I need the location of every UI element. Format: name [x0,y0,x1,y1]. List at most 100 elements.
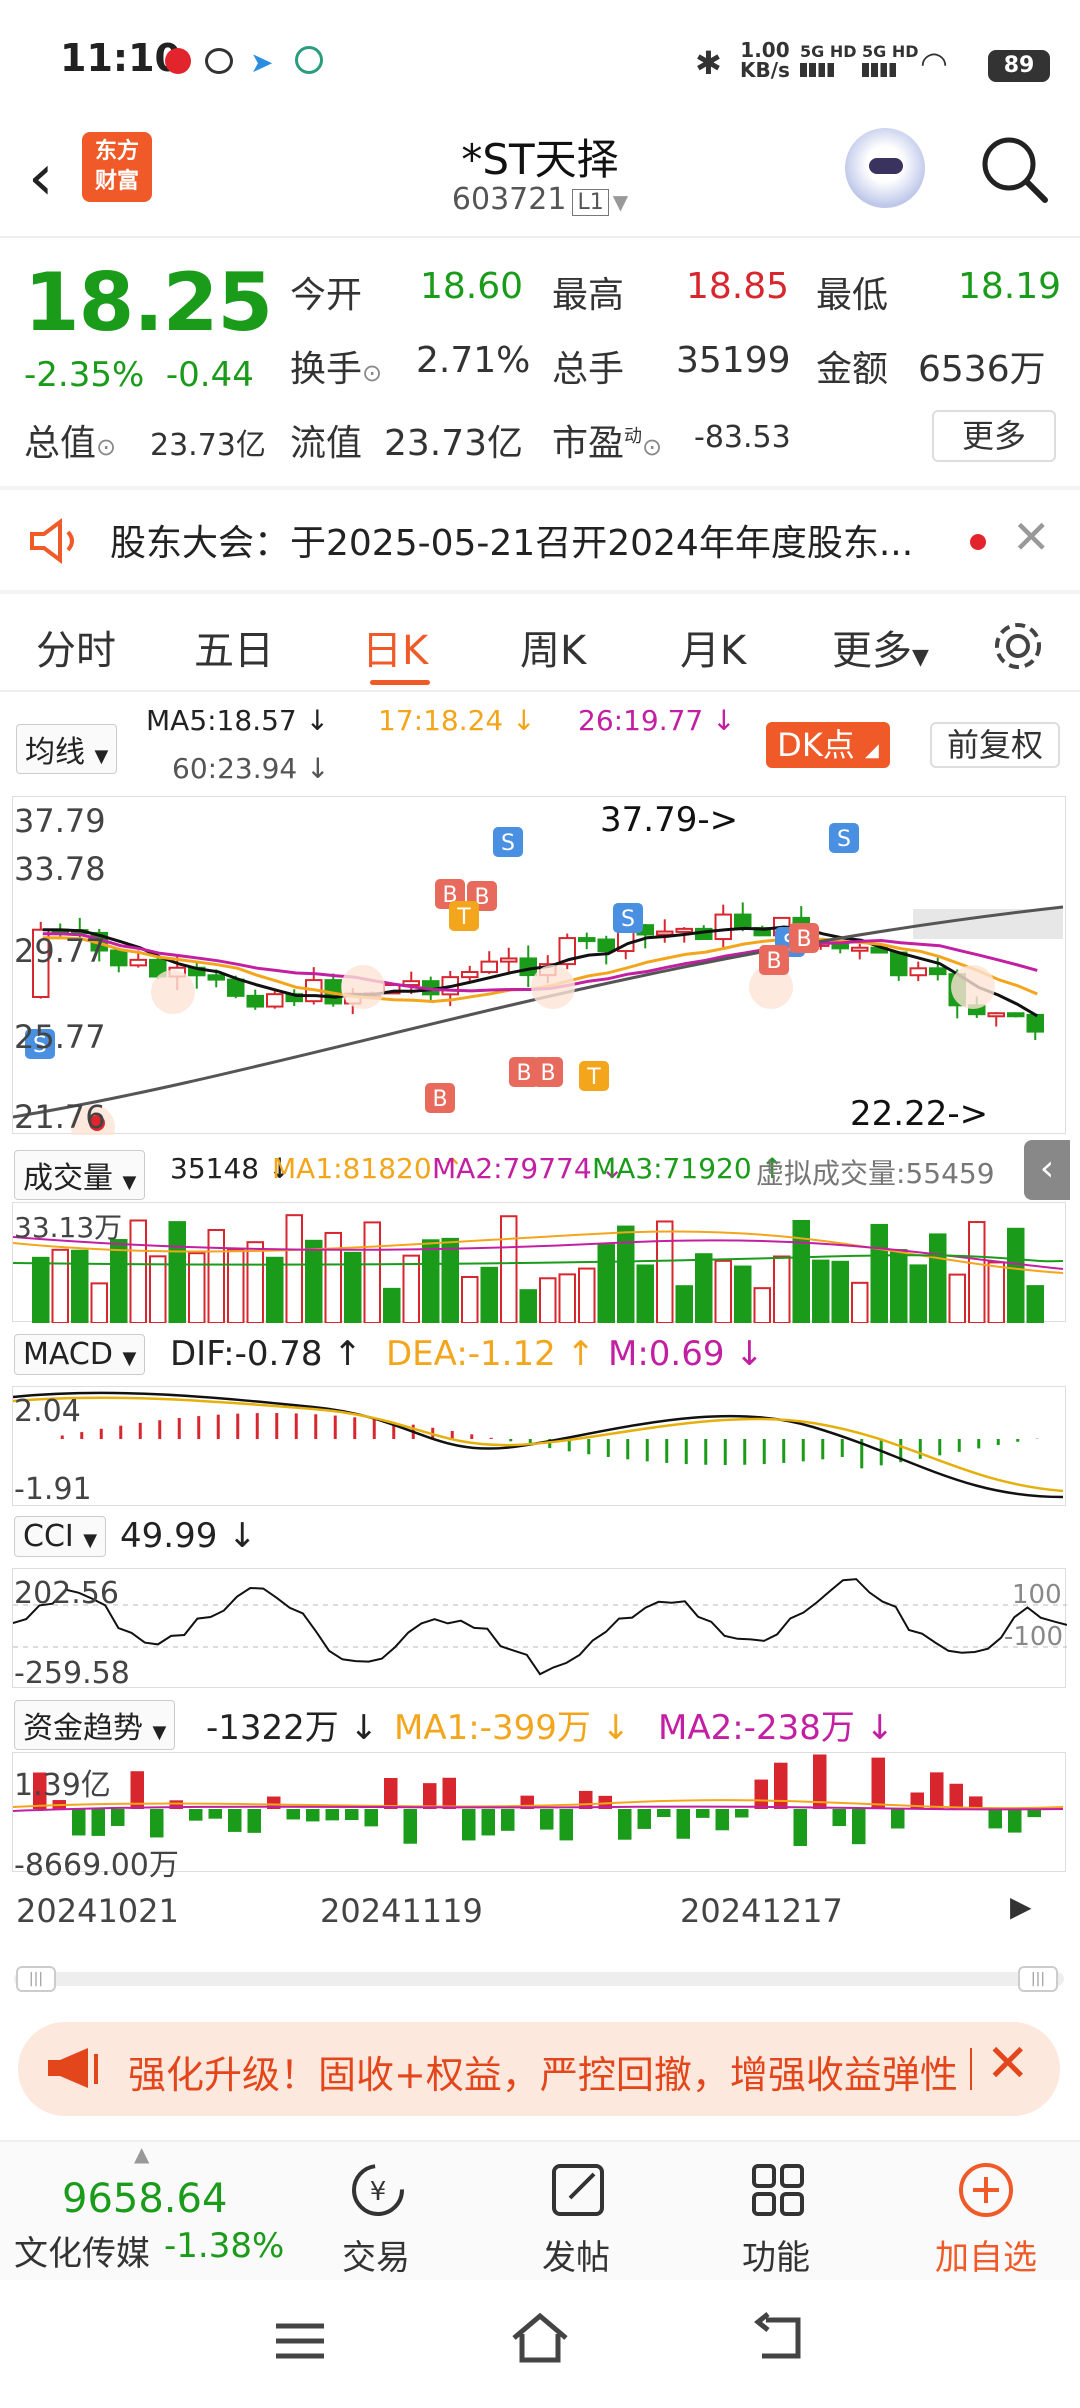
megaphone-icon [48,2048,98,2088]
fund-trend-selector[interactable]: 资金趋势 ▼ [14,1700,176,1750]
low-value: 18.19 [958,266,1062,307]
promo-text: 强化升级！固收+权益，严控回撤，增强收益弹性 [128,2053,958,2097]
tab-five-day[interactable]: 五日 [194,618,274,676]
volume-chart[interactable] [12,1202,1066,1325]
volume-bar [909,1264,927,1324]
back-nav-icon[interactable] [752,2312,808,2364]
telegram-icon: ➤ [250,46,274,79]
fund-trend-bar [325,1809,339,1821]
signal-badge-text: S [837,827,851,852]
close-icon[interactable]: ✕ [986,2034,1030,2094]
promo-banner[interactable]: 强化升级！固收+权益，严控回撤，增强收益弹性 ✕ [18,2022,1060,2116]
date-label: 20241021 [16,1892,179,1930]
tab-more[interactable]: 更多▼ [832,618,929,676]
volume-bar [851,1281,869,1325]
fund-trend-value: -1322万 ↓ [206,1708,379,1748]
volume-bar [831,1260,849,1324]
macd-m: M:0.69 ↓ [608,1334,764,1374]
menu-icon[interactable] [272,2316,328,2366]
home-icon[interactable] [508,2310,572,2366]
status-time: 11:10 [60,36,181,80]
cci-selector[interactable]: CCI ▼ [14,1516,107,1557]
scroll-handle-left[interactable]: ||| [16,1966,56,1992]
post-button[interactable]: 发帖 [516,2142,636,2282]
mktcap-value: 23.73亿 [150,428,266,463]
volume-bar [558,1273,576,1325]
fund-trend-bar [1008,1809,1022,1833]
volume-selector[interactable]: 成交量 ▼ [14,1150,146,1200]
virtual-volume: 虚拟成交量:55459 [756,1157,995,1190]
tab-daily-k[interactable]: 日K [362,618,428,676]
net-speed: 1.00 KB/s [740,38,790,82]
kline-candle [851,946,869,952]
cci-value: 49.99 ↓ [120,1516,257,1556]
signal-badge-text: B [766,949,781,974]
kline-candle [246,994,264,1008]
tab-monthly-k[interactable]: 月K [680,618,746,676]
ma-selector[interactable]: 均线 ▼ [16,724,118,774]
volume-bar [578,1267,596,1324]
trade-button[interactable]: ¥ 交易 [316,2142,436,2282]
dk-point-button[interactable]: DK点 ◢ [766,722,890,768]
volume-bar [617,1225,635,1324]
fund-trend-bar [540,1809,554,1830]
current-price: 18.25 [24,256,273,349]
kline-candle [227,978,245,997]
tab-weekly-k[interactable]: 周K [520,618,586,676]
kline-candle [675,927,693,933]
kline-candle [578,937,596,943]
kline-candle [1026,1013,1044,1033]
volume-bar [656,1220,674,1324]
volume-bar [305,1239,323,1325]
fund-trend-bar [559,1809,573,1841]
fund-trend-ma1: MA1:-399万 ↓ [394,1708,631,1748]
mktcap-label: 总值⊙ [24,423,117,464]
tab-intraday[interactable]: 分时 [36,618,116,676]
kline-chart[interactable]: SSSSSBBBBBBBTT [12,796,1066,1149]
more-button[interactable]: 更多 [932,410,1056,462]
app-notification-icon [205,48,233,74]
scroll-handle-right[interactable]: ||| [1018,1966,1058,1992]
fund-trend-bar [150,1809,164,1838]
promo-divider [970,2048,972,2090]
battery-icon: 89 [988,50,1050,82]
adjust-button[interactable]: 前复权 [930,722,1060,768]
volume-bar [168,1221,186,1324]
search-button[interactable] [975,130,1055,210]
system-nav-bar [0,2280,1080,2408]
close-icon[interactable]: ✕ [1012,510,1051,564]
amount-value: 6536万 [918,349,1046,390]
collapse-panel-button[interactable]: ‹ [1024,1140,1070,1200]
add-watchlist-button[interactable]: 加自选 [916,2142,1056,2282]
kline-candle [1007,1012,1025,1018]
chart-scrollbar[interactable] [14,1972,1064,1986]
svg-text:¥: ¥ [370,2177,387,2207]
volume-bar [636,1264,654,1324]
volume-bar [441,1237,459,1324]
kline-candle [480,960,498,974]
function-button[interactable]: 功能 [716,2142,836,2282]
high-label: 最高 [552,275,625,316]
speaker-icon [30,518,74,564]
cci-chart[interactable] [12,1568,1068,1688]
volume-bar [753,1287,771,1324]
assistant-robot-icon[interactable] [845,128,925,208]
settings-gear-icon[interactable] [990,618,1046,674]
scroll-right-icon[interactable]: ▶ [1010,1890,1032,1923]
low-marker: 22.22-> [850,1094,989,1134]
index-quote[interactable]: ▲ 9658.64 文化传媒 -1.38% [0,2142,284,2282]
notice-banner[interactable]: 股东大会：于2025-05-21召开2024年年度股东... ✕ [0,490,1080,590]
fund-trend-bar [832,1809,846,1827]
macd-chart[interactable] [12,1386,1066,1506]
volume-svg [12,1214,1064,1325]
macd-selector[interactable]: MACD ▼ [14,1334,146,1375]
volume-y-max: 33.13万 [14,1211,123,1244]
float-label: 流值 [290,423,363,464]
level-badge[interactable]: L1 [572,189,609,216]
macd-dea: DEA:-1.12 ↑ [386,1334,596,1374]
fund-trend-bar [852,1809,866,1845]
volume-bar [110,1239,128,1324]
fund-trend-bar [793,1809,807,1846]
volume-bar [285,1214,303,1325]
signal-2-icon: 5G HD [862,42,919,77]
